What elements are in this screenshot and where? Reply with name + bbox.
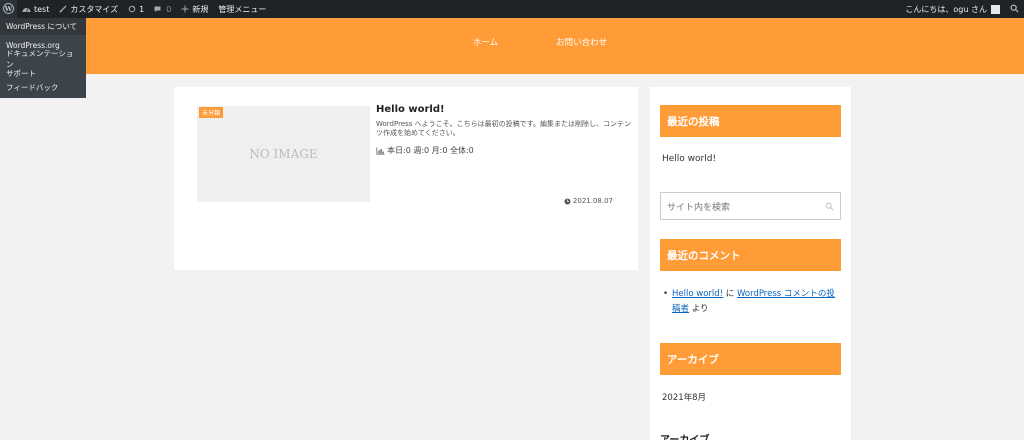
no-image-text: NO IMAGE bbox=[249, 147, 318, 161]
comment-icon bbox=[154, 6, 161, 13]
menu-item-documentation[interactable]: ドキュメンテーション bbox=[0, 49, 86, 69]
post-title[interactable]: Hello world! bbox=[376, 104, 445, 115]
search-icon[interactable] bbox=[825, 202, 834, 211]
menu-item-feedback[interactable]: フィードバック bbox=[0, 80, 86, 94]
brush-icon bbox=[59, 5, 67, 13]
nav-item-home[interactable]: ホーム bbox=[473, 36, 498, 48]
wordpress-logo-menu[interactable]: W bbox=[0, 0, 17, 18]
comments-menu[interactable]: 0 bbox=[149, 0, 176, 18]
search-icon bbox=[1010, 4, 1019, 15]
recent-post-link[interactable]: Hello world! bbox=[662, 154, 716, 164]
customize-label: カスタマイズ bbox=[70, 4, 119, 14]
global-nav: ホーム お問い合わせ bbox=[0, 36, 1024, 48]
avatar bbox=[991, 4, 1000, 14]
view-stats-text: 本日:0 週:0 月:0 全体:0 bbox=[387, 146, 474, 155]
comment-post-link[interactable]: Hello world! bbox=[672, 289, 723, 299]
svg-text:W: W bbox=[4, 4, 13, 12]
nav-item-contact[interactable]: お問い合わせ bbox=[556, 36, 607, 48]
bullet-icon: • bbox=[663, 289, 669, 299]
post-excerpt: WordPress へようこそ。こちらは最初の投稿です。編集または削除し、コンテ… bbox=[376, 120, 631, 137]
dashboard-icon bbox=[22, 5, 31, 13]
sidebar-search-input[interactable]: サイト内を検索 bbox=[660, 192, 841, 220]
new-label: 新規 bbox=[192, 4, 209, 14]
recent-comment-item: • Hello world! に WordPress コメントの投稿者 より bbox=[663, 287, 840, 317]
admin-menu-label: 管理メニュー bbox=[218, 4, 267, 14]
site-name-menu[interactable]: test bbox=[17, 0, 54, 18]
category-badge[interactable]: 未分類 bbox=[199, 107, 224, 118]
archive-link[interactable]: 2021年8月 bbox=[662, 391, 706, 403]
updates-icon bbox=[128, 5, 136, 13]
new-content-menu[interactable]: 新規 bbox=[176, 0, 213, 18]
post-date-text: 2021.08.07 bbox=[572, 197, 613, 205]
post-date: 2021.08.07 bbox=[564, 197, 613, 205]
my-account-menu[interactable]: こんにちは、ogu さん bbox=[900, 0, 1005, 18]
comment-suffix: より bbox=[691, 304, 709, 314]
wp-external-links: WordPress.org ドキュメンテーション サポート フィードバック bbox=[0, 35, 86, 98]
greeting: こんにちは、ogu さん bbox=[905, 4, 987, 14]
admin-bar: W test カスタマイズ 1 0 新規 管理メニュー こんにちは、ogu さん bbox=[0, 0, 1024, 18]
about-wordpress-link[interactable]: WordPress について bbox=[0, 18, 86, 35]
comment-connector: に bbox=[725, 289, 735, 299]
post-card[interactable]: NO IMAGE 未分類 Hello world! WordPress へようこ… bbox=[174, 87, 638, 270]
post-thumbnail[interactable]: NO IMAGE bbox=[197, 106, 370, 202]
wordpress-logo-icon: W bbox=[3, 2, 14, 16]
archive-heading: アーカイブ bbox=[660, 343, 841, 375]
bar-chart-icon bbox=[376, 147, 385, 155]
customize-menu[interactable]: カスタマイズ bbox=[54, 0, 123, 18]
plus-icon bbox=[181, 5, 189, 13]
updates-menu[interactable]: 1 bbox=[123, 0, 149, 18]
post-view-stats: 本日:0 週:0 月:0 全体:0 bbox=[376, 145, 474, 156]
archive-heading-2: アーカイブ bbox=[660, 431, 709, 440]
comments-count: 0 bbox=[166, 4, 172, 14]
adminbar-search-button[interactable] bbox=[1005, 0, 1024, 18]
wp-logo-dropdown: WordPress について WordPress.org ドキュメンテーション … bbox=[0, 18, 86, 98]
clock-icon bbox=[564, 198, 571, 205]
sidebar: 最近の投稿 Hello world! サイト内を検索 最近のコメント • Hel… bbox=[650, 87, 851, 440]
about-wordpress-label: WordPress について bbox=[6, 22, 78, 31]
recent-comments-heading: 最近のコメント bbox=[660, 239, 841, 271]
site-header: ホーム お問い合わせ bbox=[0, 18, 1024, 74]
admin-menu-link[interactable]: 管理メニュー bbox=[213, 0, 271, 18]
search-placeholder: サイト内を検索 bbox=[667, 202, 731, 213]
recent-posts-heading: 最近の投稿 bbox=[660, 105, 841, 137]
updates-count: 1 bbox=[139, 4, 145, 14]
site-name: test bbox=[34, 4, 50, 14]
